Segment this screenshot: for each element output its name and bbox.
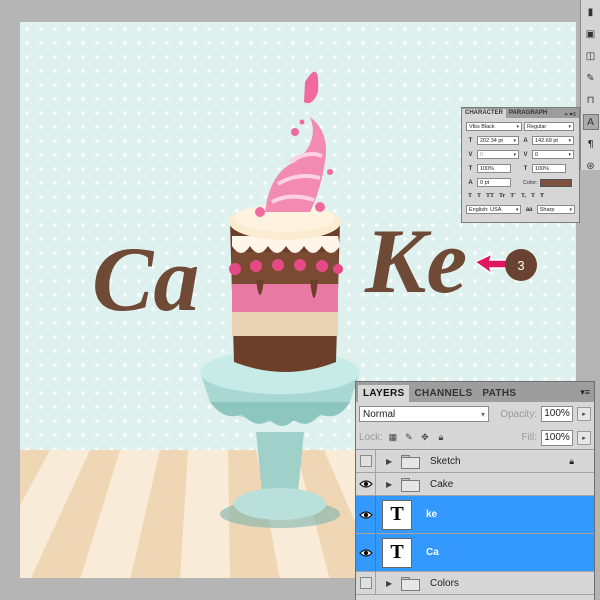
title-letters-left: Ca [92,228,199,330]
folder-icon [401,478,420,492]
opacity-input[interactable]: 100% [541,406,573,422]
fill-label: Fill: [521,432,537,443]
horizontal-scale-icon: T [523,165,528,172]
callout-arrow [473,252,509,276]
layers-menu-icon[interactable]: ▾≡ [580,387,590,398]
antialias-icon: aa [525,206,533,213]
visibility-toggle[interactable] [356,473,376,495]
opacity-label: Opacity: [500,408,537,420]
lock-all-icon[interactable]: 🔒︎ [435,432,447,444]
lock-icon: 🔒︎ [569,455,574,466]
vertical-scale-input[interactable]: 100% [477,164,511,173]
style-all-caps[interactable]: TT [486,193,494,199]
title-letters-right: Ke [364,210,467,312]
font-size-select[interactable]: 202.34 pt ▾ [477,136,519,145]
baseline-shift-icon: A [468,179,473,186]
eye-icon [358,548,373,557]
tab-channels[interactable]: CHANNELS [409,385,477,402]
callout-number-badge: 3 [505,249,537,281]
layer-row-sketch[interactable]: ▶ Sketch 🔒︎ [356,450,594,473]
tab-paragraph[interactable]: PARAGRAPH [506,109,550,118]
tab-paths[interactable]: PATHS [477,385,521,402]
horizontal-scale-input[interactable]: 100% [532,164,566,173]
layer-name: Colors [430,577,459,589]
hidden-eye-icon [359,455,372,467]
language-select[interactable]: English: USA ▾ [466,205,522,214]
panel-menu-icon[interactable]: » ▾≡ [561,111,579,118]
fill-slider-toggle[interactable]: ▸ [577,430,591,445]
folder-icon [401,577,420,591]
blend-mode-select[interactable]: Normal ▾ [359,406,489,422]
tracking-icon: V [523,151,528,158]
layer-name: ke [426,509,438,520]
style-strikethrough[interactable]: Ŧ [540,193,544,199]
antialias-select[interactable]: Sharp ▾ [536,205,575,214]
layer-comps-icon[interactable]: ◫ [583,48,599,64]
character-icon[interactable]: A [582,114,599,130]
layer-name: Cake [430,478,454,490]
layers-panel: LAYERS CHANNELS PATHS ▾≡ Normal ▾ Opacity… [355,381,595,600]
lock-transparency-icon[interactable]: ▦ [387,432,399,444]
kerning-select[interactable]: 0 ▾ [477,150,519,159]
style-faux-italic[interactable]: T [477,193,481,199]
text-layer-thumbnail: T [382,499,412,530]
stand-foot [234,488,326,520]
leading-select[interactable]: 142.69 pt ▾ [532,136,574,145]
font-style-select[interactable]: Regular ▾ [524,122,574,131]
eye-icon [358,510,373,519]
type-style-buttons: T T TT Tr T' T, T Ŧ [468,193,573,199]
style-subscript[interactable]: T, [521,193,526,199]
hidden-eye-icon [359,577,372,589]
font-family-select[interactable]: Vtks Black ▾ [466,122,522,131]
style-faux-bold[interactable]: T [468,193,472,199]
eye-icon [358,480,373,488]
paragraph-icon[interactable]: ¶ [583,136,599,152]
font-size-icon: T [468,137,473,144]
brush-icon[interactable]: ✎ [583,70,599,86]
layer-row-ca[interactable]: T Ca [356,534,594,572]
tracking-select[interactable]: 0 ▾ [532,150,574,159]
opacity-slider-toggle[interactable]: ▸ [577,407,591,421]
expand-triangle-icon[interactable]: ▶ [386,480,394,489]
lock-label: Lock: [359,432,383,443]
layer-name: Sketch [430,455,461,467]
style-underline[interactable]: T [531,193,535,199]
layer-row-cake[interactable]: ▶ Cake [356,473,594,496]
expand-triangle-icon[interactable]: ▶ [386,457,394,466]
vertical-scale-icon: T [468,165,473,172]
color-label: Color: [523,179,538,186]
visibility-toggle[interactable] [356,572,376,594]
image-icon[interactable]: ▣ [583,26,599,42]
text-color-swatch[interactable] [539,178,572,187]
right-tool-strip: ▮ ▣ ◫ ✎ ⊓ A ¶ ⊛ [580,0,600,172]
photoshop-workspace: Ca Ke 3 ▮ ▣ ◫ ✎ ⊓ A ¶ ⊛ CHARACTER PARAGR… [0,0,600,600]
layer-row-ke[interactable]: T ke [356,496,594,534]
fill-icon[interactable]: ▮ [583,4,599,20]
baseline-shift-input[interactable]: 0 pt [477,178,511,187]
style-small-caps[interactable]: Tr [499,193,505,199]
style-superscript[interactable]: T' [510,193,516,199]
tab-character[interactable]: CHARACTER [462,109,506,118]
leading-icon: A [523,137,528,144]
visibility-toggle[interactable] [356,496,376,533]
expand-triangle-icon[interactable]: ▶ [386,579,394,588]
lock-position-icon[interactable]: ✥ [419,432,431,444]
kerning-icon: V [468,151,473,158]
lock-image-icon[interactable]: ✎ [403,432,415,444]
stamp-icon[interactable]: ⊓ [583,92,599,108]
text-layer-thumbnail: T [382,537,412,568]
visibility-toggle[interactable] [356,450,376,472]
layer-row-colors[interactable]: ▶ Colors [356,572,594,595]
fill-input[interactable]: 100% [541,429,573,446]
visibility-toggle[interactable] [356,534,376,571]
character-panel: CHARACTER PARAGRAPH » ▾≡ Vtks Black ▾ Reg… [461,107,580,223]
layer-name: Ca [426,547,439,558]
clone-source-icon[interactable]: ⊛ [583,158,599,174]
folder-icon [401,455,420,469]
tab-layers[interactable]: LAYERS [358,385,410,402]
